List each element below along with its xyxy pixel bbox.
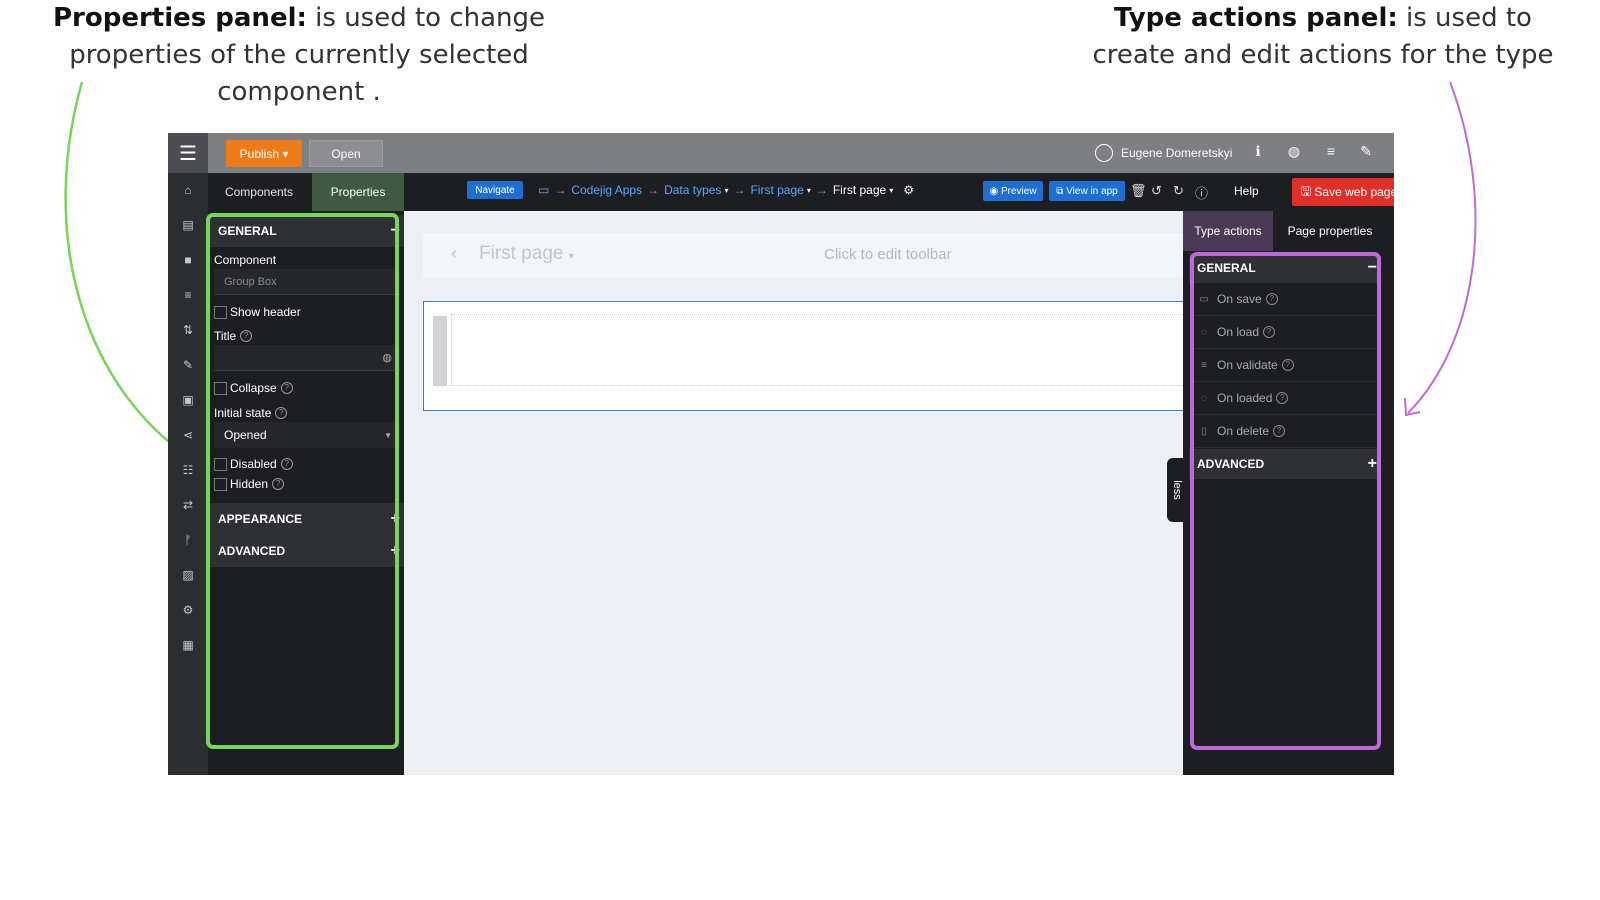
page-title[interactable]: First page ▾ — [479, 243, 574, 265]
image-icon[interactable]: ▨ — [168, 568, 208, 582]
page-canvas: ‹ First page ▾ Click to edit toolbar — [404, 211, 1185, 775]
share-icon[interactable]: ⋖ — [168, 428, 208, 442]
user-name: Eugene Domeretskyi — [1121, 146, 1233, 160]
save-icon: 🖫 — [1300, 183, 1312, 198]
back-icon[interactable]: ‹ — [451, 243, 457, 264]
editor-tab-bar: Components Properties Navigate ▭ → Codeji… — [208, 173, 1394, 211]
sort-icon[interactable]: ⇅ — [168, 323, 208, 337]
tab-page-properties[interactable]: Page properties — [1275, 211, 1385, 251]
help-icon[interactable]: ⓘ — [1195, 183, 1208, 202]
purple-arrow — [1407, 81, 1477, 414]
open-button[interactable]: Open — [309, 140, 383, 167]
save-web-page-button[interactable]: 🖫 Save web page — [1292, 178, 1394, 206]
help-link[interactable]: Help — [1234, 184, 1259, 198]
view-in-app-label: View in app — [1066, 185, 1118, 197]
tab-properties[interactable]: Properties — [312, 173, 404, 211]
wrench-icon[interactable]: ✎ — [1356, 143, 1376, 160]
group-box-component[interactable] — [423, 301, 1185, 411]
top-bar: ☰ Publish ▾ Open Eugene Domeretskyi ℹ ◍ … — [168, 133, 1394, 173]
grid-icon[interactable]: ▦ — [168, 638, 208, 652]
home-icon[interactable]: ⌂ — [168, 183, 208, 197]
publish-button[interactable]: Publish ▾ — [226, 140, 302, 167]
user-menu[interactable]: Eugene Domeretskyi — [1095, 141, 1232, 165]
publish-label: Publish — [239, 146, 279, 161]
page-toolbar[interactable]: ‹ First page ▾ Click to edit toolbar — [423, 233, 1183, 277]
breadcrumb-item[interactable]: Codejig Apps — [571, 183, 642, 197]
breadcrumb-app-icon: ▭ — [538, 183, 550, 197]
less-label: less — [1171, 480, 1183, 500]
left-sidebar: ⌂ ▤ ■ ≡ ⇅ ✎ ▣ ⋖ ☷ ⇄ ᚠ ▨ ⚙ ▦ — [168, 173, 208, 775]
avatar-icon — [1095, 144, 1113, 162]
preview-label: Preview — [1000, 185, 1037, 197]
lock-icon[interactable]: ■ — [168, 253, 208, 267]
page-title-text: First page — [479, 243, 564, 264]
breadcrumb-item[interactable]: Data types — [664, 183, 721, 197]
save-label: Save web page — [1314, 185, 1394, 199]
navigate-button[interactable]: Navigate — [467, 181, 523, 199]
list-icon[interactable]: ☷ — [168, 463, 208, 477]
toolbar-hint[interactable]: Click to edit toolbar — [824, 246, 952, 263]
breadcrumb: ▭ → Codejig Apps → Data types ▾ → First page… — [538, 183, 914, 197]
purple-arrowhead — [1404, 397, 1421, 417]
properties-panel-highlight — [206, 213, 399, 749]
redo-icon[interactable]: ↻ — [1173, 183, 1184, 199]
gear-icon[interactable]: ⚙ — [168, 603, 208, 617]
menu-icon[interactable]: ≡ — [168, 288, 208, 302]
drag-handle[interactable] — [433, 316, 447, 386]
type-actions-panel-highlight — [1190, 252, 1381, 750]
tab-components[interactable]: Components — [208, 173, 310, 211]
branch-icon[interactable]: ᚠ — [168, 533, 208, 547]
group-box-content[interactable] — [451, 314, 1185, 386]
view-in-app-button[interactable]: ⧉ View in app — [1049, 181, 1125, 201]
breadcrumb-item[interactable]: First page — [750, 183, 803, 197]
archive-icon[interactable]: ▣ — [168, 393, 208, 407]
transfer-icon[interactable]: ⇄ — [168, 498, 208, 512]
menu-icon[interactable]: ☰ — [168, 133, 208, 173]
trash-icon[interactable]: 🗑 — [1130, 183, 1147, 199]
database-icon[interactable]: ▤ — [168, 218, 208, 232]
external-link-icon: ⧉ — [1056, 185, 1064, 197]
preview-button[interactable]: ◉ Preview — [983, 181, 1043, 201]
pencil-icon[interactable]: ✎ — [168, 358, 208, 372]
eye-icon: ◉ — [989, 185, 999, 197]
info-icon[interactable]: ℹ — [1248, 143, 1268, 160]
tab-type-actions[interactable]: Type actions — [1183, 211, 1273, 251]
globe-icon[interactable]: ◍ — [1284, 143, 1304, 160]
gear-icon[interactable]: ⚙ — [903, 183, 914, 197]
list-icon[interactable]: ≡ — [1321, 143, 1341, 159]
breadcrumb-current[interactable]: First page — [833, 183, 886, 197]
undo-icon[interactable]: ↺ — [1151, 183, 1162, 199]
